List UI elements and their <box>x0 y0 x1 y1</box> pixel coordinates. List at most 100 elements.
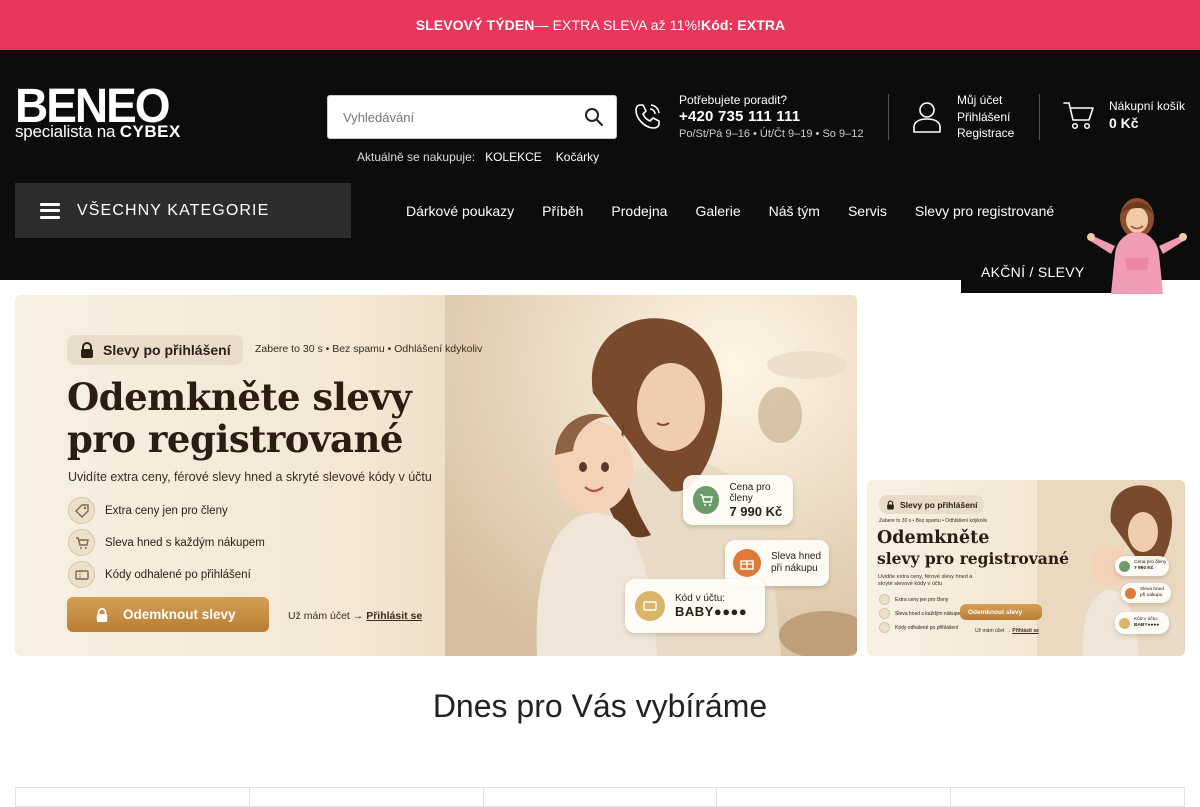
unlock-discounts-button[interactable]: Odemknout slevy <box>67 597 269 632</box>
gift-icon <box>740 560 754 570</box>
header-divider <box>1039 94 1040 140</box>
logo-brand: BENEO <box>15 77 171 133</box>
lock-icon <box>81 342 93 358</box>
hero-login-note[interactable]: Už mám účet → Přihlásit se <box>288 610 422 622</box>
product-grid <box>15 787 1185 807</box>
hero-title-line2: pro registrované <box>67 417 403 461</box>
side-title-line2: slevy pro registrované <box>877 549 1069 568</box>
contact-phone[interactable]: +420 735 111 111 <box>679 107 863 127</box>
nav-link-gift-vouchers[interactable]: Dárkové poukazy <box>392 203 528 219</box>
side-banner[interactable]: Slevy po přihlášení Zabere to 30 s • Bez… <box>867 480 1185 656</box>
contact-hours: Po/St/Pá 9–16 • Út/Čt 9–19 • So 9–12 <box>679 128 864 140</box>
hero-pill: Slevy po přihlášení <box>67 335 243 365</box>
search-button[interactable] <box>572 95 616 139</box>
account-code-value: BABY●●●● <box>675 604 748 619</box>
hero-login-prefix: Už mám účet → <box>288 610 367 622</box>
cart-icon <box>1063 102 1094 130</box>
account-code-card: Kód v účtu: BABY●●●● <box>625 579 765 633</box>
nav-link-story[interactable]: Příběh <box>528 203 597 219</box>
side-login-link[interactable]: Přihlásit se <box>1012 628 1039 634</box>
hero-pill-label: Slevy po přihlášení <box>103 342 231 358</box>
lock-icon <box>96 607 108 622</box>
lock-icon <box>887 500 894 509</box>
section-title: Dnes pro Vás vybíráme <box>432 688 768 724</box>
cart-icon <box>75 536 89 549</box>
nav-link-team[interactable]: Náš tým <box>755 203 834 219</box>
side-bullet: Kódy odhalené po přihlášení <box>879 622 958 633</box>
side-bullet-label: Extra ceny jen pro členy <box>895 596 949 603</box>
hero-subtitle: Uvidíte extra ceny, férové slevy hned a … <box>68 470 432 484</box>
nav-links: Dárkové poukazy Příběh Prodejna Galerie … <box>392 183 1068 238</box>
member-price-label: Cena pro členy <box>729 481 771 504</box>
cart-title: Nákupní košík <box>1109 99 1186 113</box>
product-card[interactable] <box>716 787 951 807</box>
shopping-now-link-kocarky[interactable]: Kočárky <box>556 150 599 164</box>
contact-question: Potřebujete poradit? <box>679 93 788 107</box>
header-divider <box>888 94 889 140</box>
side-account-code-card: Kód v účtu: BABY●●●● <box>1115 612 1169 634</box>
hamburger-icon <box>40 202 60 219</box>
logo[interactable]: BENEO specialista na CYBEX <box>15 77 205 142</box>
hero-title-line1: Odemkněte slevy <box>67 375 412 419</box>
side-login-note[interactable]: Už mám účet → Přihlásit se <box>975 628 1039 634</box>
mascot-woman-illustration <box>1087 198 1187 294</box>
side-unlock-label: Odemknout slevy <box>968 608 1023 616</box>
cart-total: 0 Kč <box>1109 115 1139 131</box>
hero-bullet-label: Extra ceny jen pro členy <box>105 504 228 517</box>
nav-link-registered-discounts[interactable]: Slevy pro registrované <box>901 203 1068 219</box>
hero-bullet: Sleva hned s každým nákupem <box>68 529 265 556</box>
ticket-icon <box>74 569 89 580</box>
side-member-price-card: Cena pro členy 7 990 Kč <box>1115 556 1169 576</box>
instant-discount-line1: Sleva hned <box>771 551 822 562</box>
login-link[interactable]: Přihlášení <box>957 109 1014 126</box>
shopping-now-link-kolekce[interactable]: KOLEKCE <box>485 150 542 164</box>
contact-block[interactable]: Potřebujete poradit? +420 735 111 111 Po… <box>631 93 863 141</box>
side-member-price-value: 7 990 Kč <box>1134 566 1154 571</box>
phone-icon <box>635 104 660 129</box>
hero-pill-note: Zabere to 30 s • Bez spamu • Odhlášení k… <box>255 343 483 355</box>
side-pill: Slevy po přihlášení <box>879 495 985 514</box>
side-unlock-button[interactable]: Odemknout slevy <box>960 604 1042 620</box>
nav-link-gallery[interactable]: Galerie <box>681 203 754 219</box>
promo-title: SLEVOVÝ TÝDEN <box>415 17 535 33</box>
product-card[interactable] <box>248 787 483 807</box>
nav-link-store[interactable]: Prodejna <box>597 203 681 219</box>
side-bullet-label: Kódy odhalené po přihlášení <box>895 624 959 631</box>
side-pill-label: Slevy po přihlášení <box>900 499 978 510</box>
side-login-prefix: Už mám účet → <box>975 628 1013 634</box>
hero-bullet-label: Kódy odhalené po přihlášení <box>105 568 251 581</box>
member-price-card: Cena pro členy 7 990 Kč <box>683 475 793 525</box>
nav-link-service[interactable]: Servis <box>834 203 901 219</box>
register-link[interactable]: Registrace <box>957 125 1014 142</box>
all-categories-label: VŠECHNY KATEGORIE <box>77 201 270 219</box>
hero-bullet: Kódy odhalené po přihlášení <box>68 561 251 588</box>
account-block: Můj účet Přihlášení Registrace <box>912 92 1014 142</box>
product-card[interactable] <box>950 787 1185 807</box>
hero-bullet: Extra ceny jen pro členy <box>68 497 228 524</box>
product-card[interactable] <box>15 787 249 807</box>
side-instant-discount-card: Sleva hned při nákupu <box>1121 583 1171 603</box>
ticket-icon <box>643 601 657 611</box>
account-code-label: Kód v účtu: <box>675 593 726 604</box>
side-bullet: Extra ceny jen pro členy <box>879 594 948 605</box>
unlock-discounts-label: Odemknout slevy <box>123 607 236 622</box>
side-account-code-value: BABY●●●● <box>1134 623 1160 628</box>
search-icon <box>585 108 604 127</box>
user-icon <box>913 101 941 133</box>
member-price-value: 7 990 Kč <box>729 503 783 519</box>
site-header: BENEO specialista na CYBEX Aktuálně se n… <box>0 50 1200 183</box>
search-input[interactable] <box>328 96 572 138</box>
instant-discount-line2: při nákupu <box>771 563 818 574</box>
hero-banner[interactable]: Slevy po přihlášení Zabere to 30 s • Bez… <box>15 295 857 656</box>
product-card[interactable] <box>482 787 717 807</box>
side-bullet: Sleva hned s každým nákupem <box>879 608 964 619</box>
cart-block[interactable]: Nákupní košík 0 Kč <box>1062 98 1185 132</box>
side-subtitle: Uvidíte extra ceny, férové slevy hned a … <box>878 574 973 587</box>
tag-icon <box>74 503 89 518</box>
shopping-now-label: Aktuálně se nakupuje: <box>357 150 476 164</box>
search-box <box>327 95 617 139</box>
all-categories-button[interactable]: VŠECHNY KATEGORIE <box>15 183 351 238</box>
cart-icon <box>700 494 714 506</box>
promo-bar[interactable]: SLEVOVÝ TÝDEN — EXTRA SLEVA až 11%! Kód:… <box>0 0 1200 50</box>
hero-login-link[interactable]: Přihlásit se <box>366 610 422 622</box>
